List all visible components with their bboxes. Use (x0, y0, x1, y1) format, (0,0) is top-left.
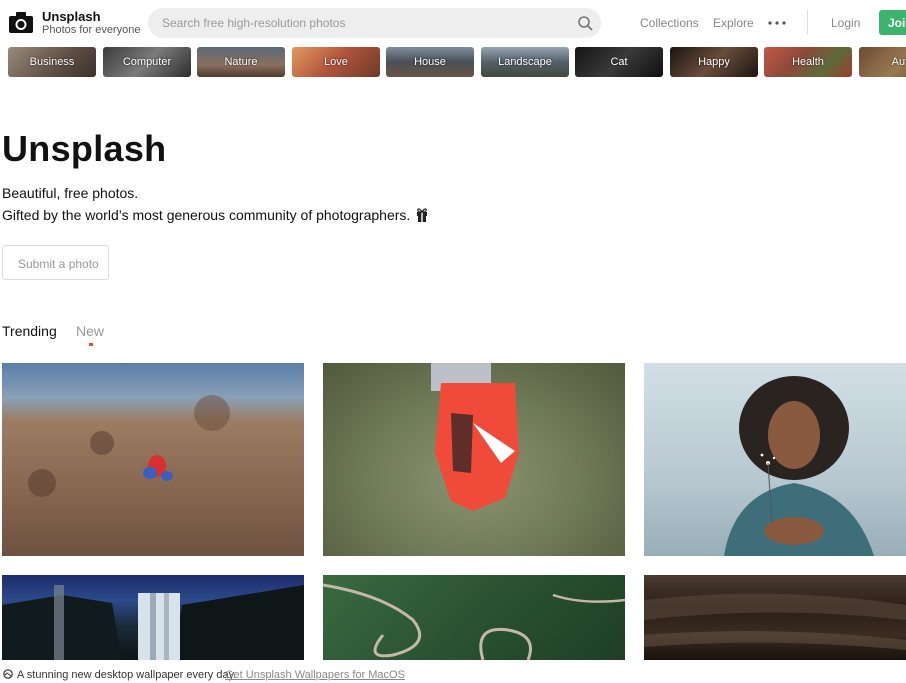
category-label: Nature (224, 56, 258, 68)
brand-name[interactable]: Unsplash (42, 9, 101, 24)
category-label: Cat (610, 56, 628, 68)
nav-divider (807, 10, 808, 34)
search-icon[interactable] (577, 15, 593, 31)
gift-icon (417, 208, 428, 222)
category-love[interactable]: Love (292, 47, 380, 77)
photo-girl-sparkler[interactable] (644, 363, 906, 556)
category-health[interactable]: Health (764, 47, 852, 77)
photo-toy-on-hill[interactable] (2, 363, 304, 556)
sneaker-illustration (431, 363, 519, 511)
hero-description-text: Gifted by the world’s most generous comm… (2, 207, 411, 223)
category-label: Autu (891, 56, 906, 68)
footer-bar: A stunning new desktop wallpaper every d… (0, 666, 906, 683)
join-button[interactable]: Join (879, 10, 906, 35)
photo-winding-road[interactable] (323, 575, 625, 660)
category-cat[interactable]: Cat (575, 47, 663, 77)
camera-logo-icon[interactable] (8, 10, 34, 34)
hero-description: Gifted by the world’s most generous comm… (2, 207, 428, 223)
category-autumn[interactable]: Autu (859, 47, 906, 77)
winding-road-illustration (323, 583, 625, 660)
wallpapers-link[interactable]: Get Unsplash Wallpapers for MacOS (225, 669, 405, 681)
girl-illustration (724, 376, 874, 556)
waterfall-illustration (2, 585, 304, 660)
category-label: Health (792, 56, 824, 68)
search-bar[interactable] (148, 8, 601, 38)
page-title: Unsplash (2, 128, 167, 169)
category-label: House (414, 56, 446, 68)
category-computer[interactable]: Computer (103, 47, 191, 77)
category-landscape[interactable]: Landscape (481, 47, 569, 77)
brand-tagline: Photos for everyone (42, 24, 141, 36)
tab-trending[interactable]: Trending (2, 323, 57, 339)
category-nature[interactable]: Nature (197, 47, 285, 77)
category-label: Business (29, 56, 75, 68)
category-label: Happy (698, 56, 730, 68)
top-nav: Unsplash Photos for everyone Collections… (0, 0, 906, 44)
nav-login[interactable]: Login (831, 16, 860, 30)
tab-new[interactable]: New (76, 323, 104, 339)
category-label: Computer (122, 56, 172, 68)
photo-waterfall[interactable] (2, 575, 304, 660)
hero-subtitle: Beautiful, free photos. (2, 185, 139, 201)
nav-explore[interactable]: Explore (713, 16, 754, 30)
photo-red-sneaker[interactable] (323, 363, 625, 556)
category-label: Love (324, 56, 348, 68)
footer-text: A stunning new desktop wallpaper every d… (17, 669, 237, 681)
wallpaper-icon (3, 669, 13, 679)
category-strip: Business Computer Nature Love House Land… (8, 47, 906, 77)
category-happy[interactable]: Happy (670, 47, 758, 77)
nav-collections[interactable]: Collections (640, 16, 699, 30)
category-label: Landscape (498, 56, 552, 68)
forest-illustration (644, 593, 906, 650)
active-tab-indicator (89, 343, 93, 346)
submit-photo-button[interactable]: Submit a photo (2, 245, 109, 280)
category-business[interactable]: Business (8, 47, 96, 77)
search-input[interactable] (162, 8, 562, 38)
category-house[interactable]: House (386, 47, 474, 77)
toy-figure-illustration (28, 395, 230, 497)
more-dots-icon[interactable] (768, 21, 786, 25)
photo-dark-forest[interactable] (644, 575, 906, 660)
